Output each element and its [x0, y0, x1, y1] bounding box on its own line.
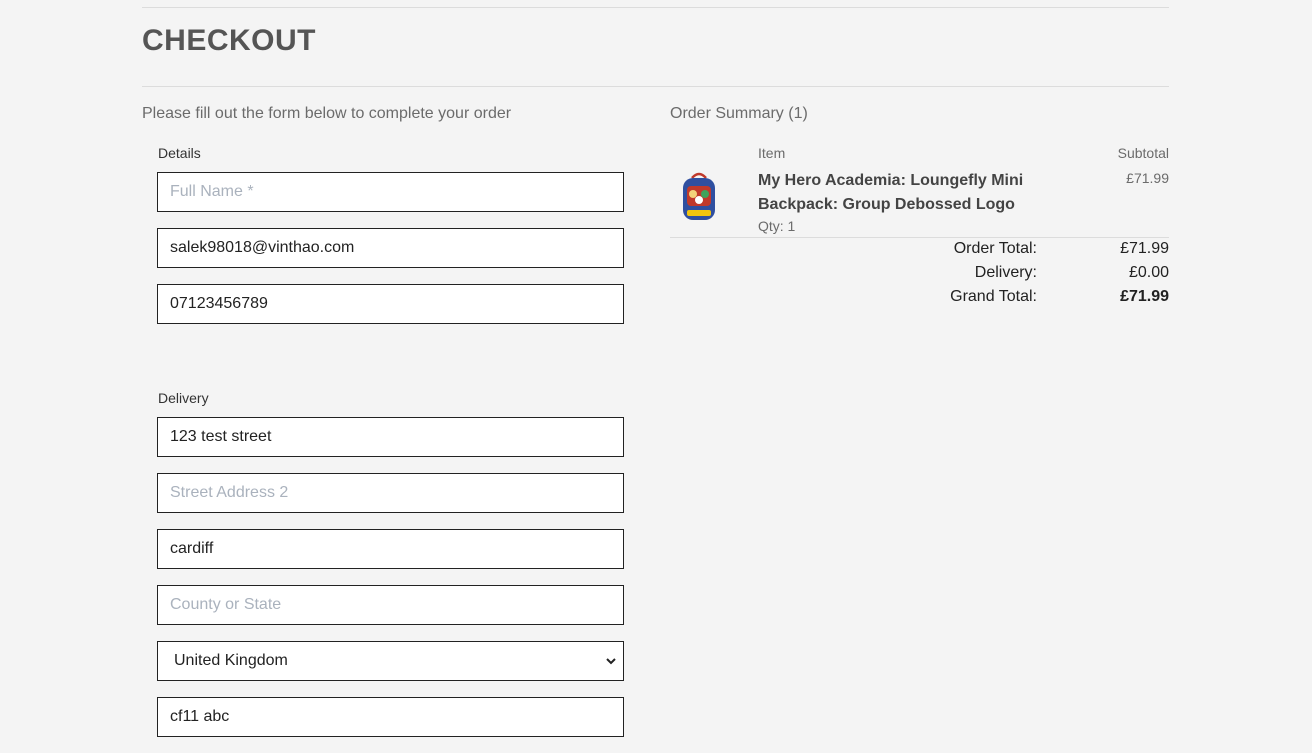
county-input[interactable] [157, 585, 624, 625]
order-total-row: Order Total: £71.99 [670, 240, 1169, 264]
order-total-value: £71.99 [1120, 240, 1169, 257]
phone-input[interactable] [157, 284, 624, 324]
delivery-section-label: Delivery [158, 390, 209, 406]
details-section-label: Details [158, 145, 201, 161]
title-divider [142, 86, 1169, 87]
top-divider [142, 7, 1169, 8]
grand-total-row: Grand Total: £71.99 [670, 288, 1169, 312]
product-name[interactable]: My Hero Academia: Loungefly Mini Backpac… [758, 169, 1058, 217]
product-quantity: Qty: 1 [758, 218, 796, 234]
town-input[interactable] [157, 529, 624, 569]
street-address-2-input[interactable] [157, 473, 624, 513]
full-name-input[interactable] [157, 172, 624, 212]
checkout-intro: Please fill out the form below to comple… [142, 105, 512, 122]
grand-total-label: Grand Total: [950, 288, 1037, 305]
country-select[interactable]: United Kingdom [157, 641, 624, 681]
delivery-cost-row: Delivery: £0.00 [670, 264, 1169, 288]
backpack-thumbnail-icon[interactable] [680, 172, 718, 224]
item-column-header: Item [758, 145, 786, 161]
delivery-cost-value: £0.00 [1128, 264, 1169, 281]
postcode-input[interactable] [157, 697, 624, 737]
order-total-label: Order Total: [953, 240, 1037, 257]
delivery-cost-label: Delivery: [974, 264, 1037, 281]
product-subtotal: £71.99 [1126, 170, 1169, 186]
order-summary-title: Order Summary (1) [670, 105, 808, 122]
grand-total-value: £71.99 [1120, 288, 1169, 305]
country-selected-value: United Kingdom [174, 652, 288, 669]
chevron-down-icon [606, 658, 616, 665]
street-address-1-input[interactable] [157, 417, 624, 457]
page-title: CHECKOUT [142, 24, 316, 57]
summary-divider [670, 237, 1169, 238]
subtotal-column-header: Subtotal [1117, 145, 1169, 161]
email-input[interactable] [157, 228, 624, 268]
